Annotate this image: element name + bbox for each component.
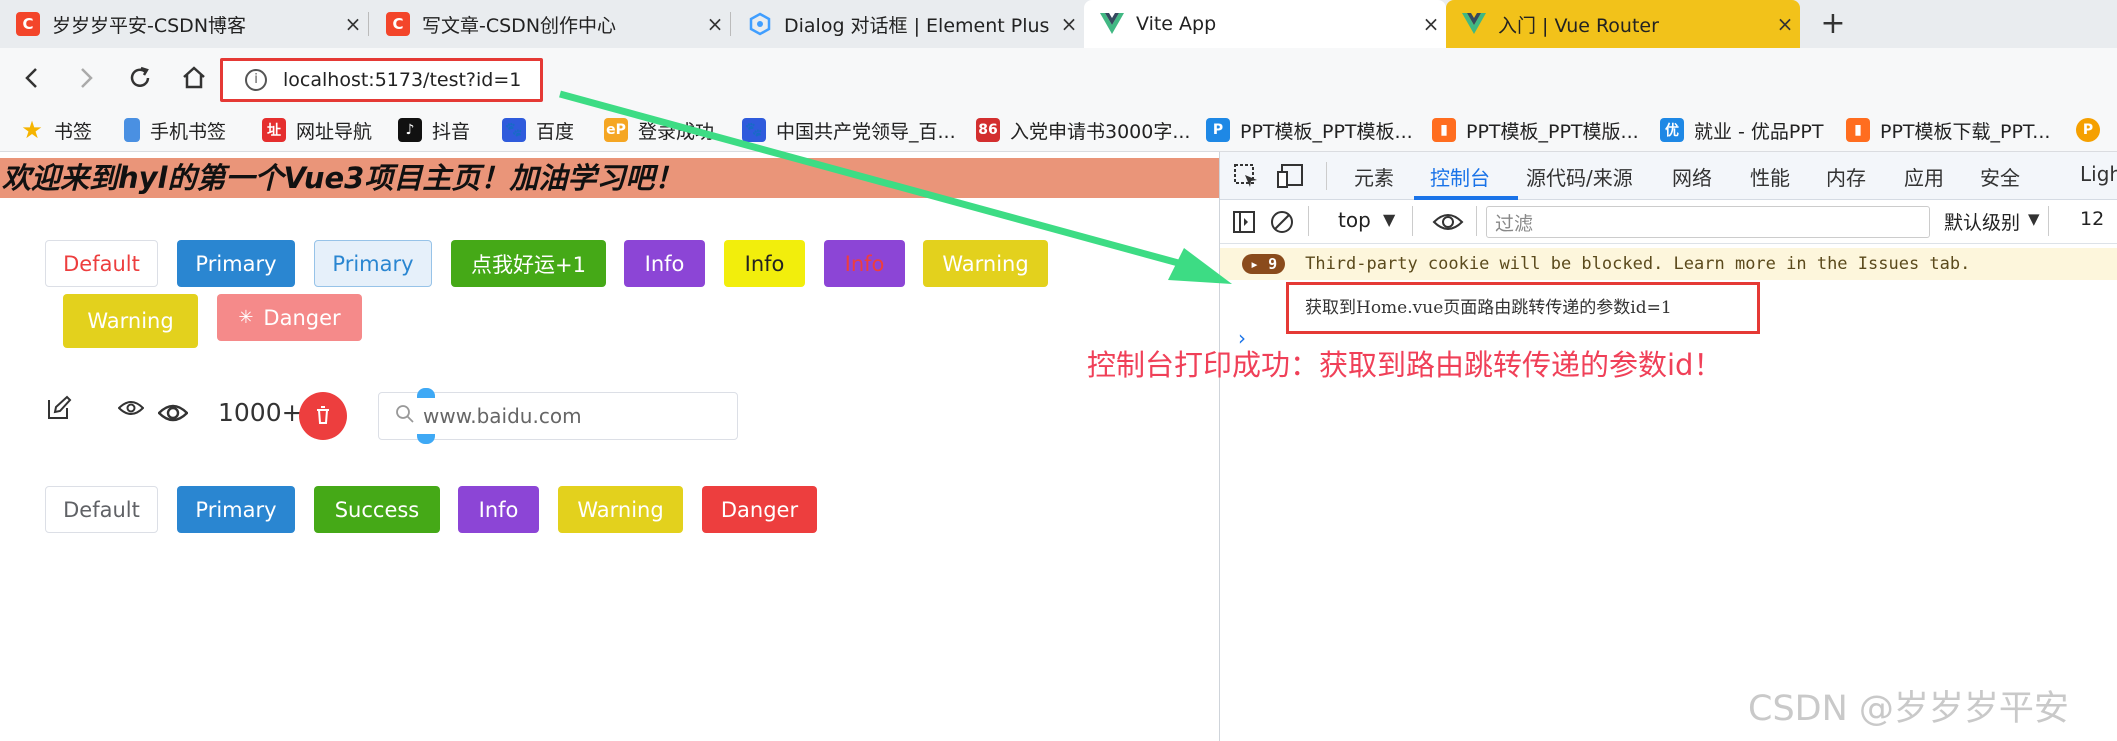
watermark: CSDN @岁岁岁平安 [1748, 689, 2069, 729]
annotation-text: 控制台打印成功：获取到路由跳转传递的参数id！ [1087, 348, 1723, 382]
annotation-arrow [559, 90, 1232, 284]
